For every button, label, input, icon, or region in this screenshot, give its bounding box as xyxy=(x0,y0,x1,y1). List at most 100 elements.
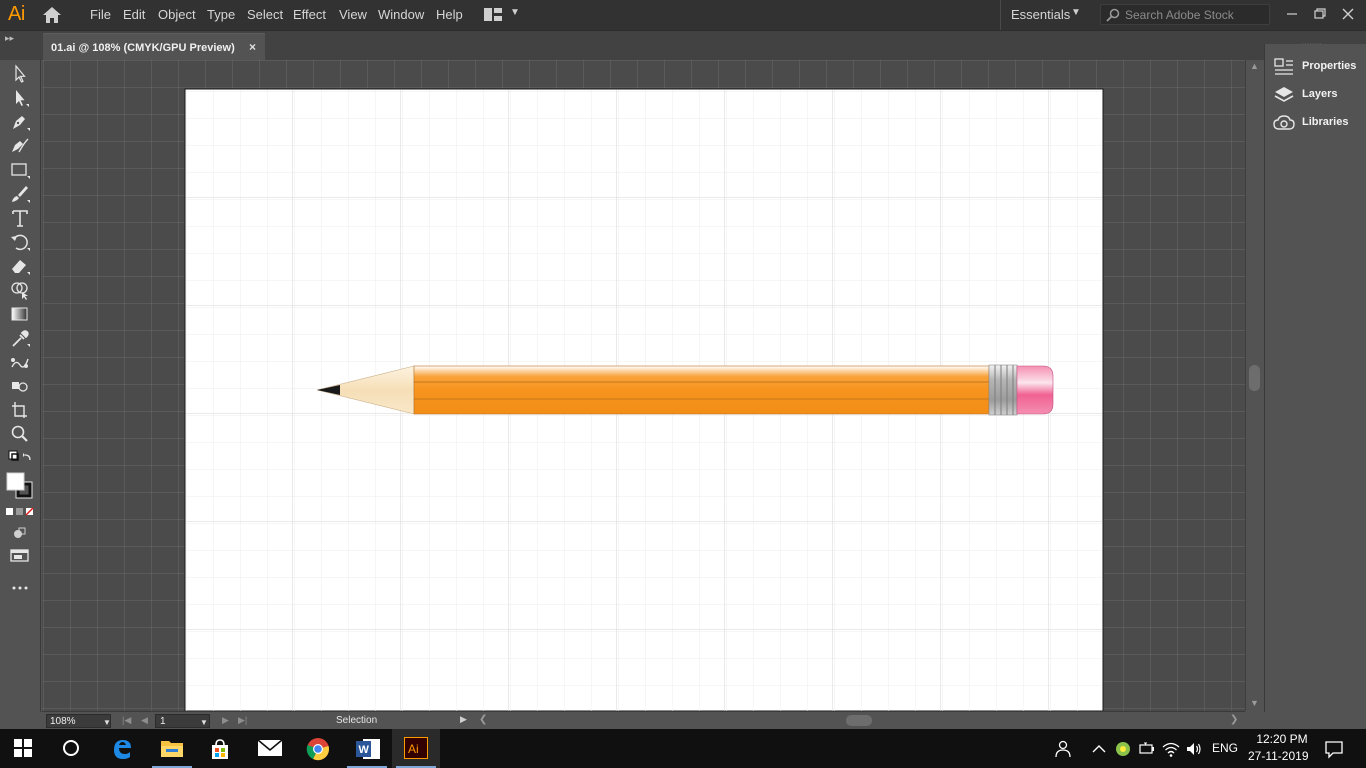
chevron-down-icon[interactable]: ▼ xyxy=(510,7,520,18)
vertical-scroll-thumb[interactable] xyxy=(1249,365,1260,391)
chrome-icon xyxy=(306,738,329,761)
blend-tool-icon[interactable] xyxy=(8,351,32,373)
taskbar-store[interactable] xyxy=(196,729,244,768)
wifi-icon[interactable] xyxy=(1162,740,1180,758)
clock-time[interactable]: 12:20 PM xyxy=(1254,732,1310,746)
curvature-tool-icon[interactable] xyxy=(8,135,32,157)
home-icon[interactable] xyxy=(42,6,62,24)
taskbar-illustrator[interactable]: Ai xyxy=(392,729,440,768)
chevron-down-icon: ▼ xyxy=(200,718,208,727)
vertical-scrollbar[interactable]: ▲ ▼ xyxy=(1245,60,1263,711)
input-language[interactable]: ENG xyxy=(1212,741,1238,755)
arrange-documents-icon[interactable] xyxy=(484,8,502,21)
scroll-down-icon[interactable]: ▼ xyxy=(1250,698,1259,708)
tab-close-icon[interactable]: × xyxy=(249,40,256,54)
menu-object[interactable]: Object xyxy=(158,7,196,22)
collapse-toolbar-icon[interactable]: ▸▸ xyxy=(5,33,14,44)
properties-icon xyxy=(1274,58,1293,75)
close-icon[interactable] xyxy=(1336,2,1360,26)
type-tool-icon[interactable] xyxy=(8,207,32,229)
restore-icon[interactable] xyxy=(1308,2,1332,26)
fill-stroke-swatch-icon[interactable] xyxy=(4,470,36,502)
menu-type[interactable]: Type xyxy=(207,7,235,22)
taskbar-word[interactable]: W xyxy=(343,729,391,768)
previous-artboard-icon[interactable]: ◀ xyxy=(141,715,148,726)
status-tool-label[interactable]: Selection xyxy=(336,715,377,726)
panel-layers[interactable]: Layers xyxy=(1273,84,1365,106)
artboard-number: 1 xyxy=(160,716,166,727)
menu-select[interactable]: Select xyxy=(247,7,283,22)
cortana-icon xyxy=(63,740,79,756)
first-artboard-icon[interactable]: |◀ xyxy=(122,715,131,726)
minimize-icon[interactable] xyxy=(1280,2,1304,26)
stock-search[interactable] xyxy=(1100,4,1270,25)
menu-effect[interactable]: Effect xyxy=(293,7,326,22)
default-fill-stroke-icon[interactable] xyxy=(8,449,32,471)
more-tools-icon[interactable] xyxy=(8,578,32,600)
zoom-select[interactable]: 108% ▼ xyxy=(46,714,111,728)
search-icon xyxy=(1106,8,1120,22)
rotate-tool-icon[interactable] xyxy=(8,231,32,253)
panel-properties[interactable]: Properties xyxy=(1273,56,1365,78)
menu-help[interactable]: Help xyxy=(436,7,463,22)
store-icon xyxy=(212,739,228,759)
clock-date[interactable]: 27-11-2019 xyxy=(1248,749,1309,763)
document-tab-bar: ▸▸ 01.ai @ 108% (CMYK/GPU Preview) × xyxy=(0,30,1366,61)
taskbar-mail[interactable] xyxy=(245,729,293,768)
panel-label: Layers xyxy=(1302,88,1338,100)
scroll-right-icon[interactable]: ❯ xyxy=(1230,714,1238,725)
volume-icon[interactable] xyxy=(1185,740,1203,758)
gradient-tool-icon[interactable] xyxy=(8,303,32,325)
battery-icon[interactable] xyxy=(1138,740,1156,758)
tab-document[interactable]: 01.ai @ 108% (CMYK/GPU Preview) × xyxy=(43,33,265,61)
windows-logo-icon xyxy=(14,739,32,757)
artboard-tool-icon[interactable] xyxy=(8,399,32,421)
menu-edit[interactable]: Edit xyxy=(123,7,145,22)
panel-libraries[interactable]: Libraries xyxy=(1273,112,1365,134)
app-tray-icon[interactable] xyxy=(1114,740,1132,758)
menu-view[interactable]: View xyxy=(339,7,367,22)
search-input[interactable] xyxy=(1125,7,1265,23)
draw-mode-icon[interactable] xyxy=(8,522,32,544)
direct-selection-tool-icon[interactable] xyxy=(8,87,32,109)
symbol-sprayer-tool-icon[interactable] xyxy=(8,375,32,397)
chevron-down-icon: ▼ xyxy=(103,718,111,727)
zoom-tool-icon[interactable] xyxy=(8,423,32,445)
status-bar: 108% ▼ |◀ ◀ 1 ▼ ▶ ▶| Selection ▶ ❮ ❯ xyxy=(42,711,1245,729)
taskbar-chrome[interactable] xyxy=(294,729,342,768)
taskbar-edge[interactable] xyxy=(98,729,146,768)
cortana-button[interactable] xyxy=(48,729,96,768)
app-logo: Ai xyxy=(8,3,25,25)
next-artboard-icon[interactable]: ▶ xyxy=(222,715,229,726)
workspace-switcher[interactable]: Essentials ▼ xyxy=(1000,0,1088,30)
taskbar-file-explorer[interactable] xyxy=(148,729,196,768)
horizontal-scroll-thumb[interactable] xyxy=(846,715,872,726)
svg-text:Ai: Ai xyxy=(408,742,419,756)
people-icon[interactable] xyxy=(1054,740,1072,758)
pencil-illustration[interactable] xyxy=(316,364,1054,416)
menu-window[interactable]: Window xyxy=(378,7,424,22)
screen-mode-icon[interactable] xyxy=(8,545,32,567)
action-center-icon[interactable] xyxy=(1324,739,1344,759)
eyedropper-tool-icon[interactable] xyxy=(8,327,32,349)
chevron-up-icon[interactable] xyxy=(1090,740,1108,758)
word-icon: W xyxy=(356,739,380,759)
last-artboard-icon[interactable]: ▶| xyxy=(238,715,247,726)
color-mode-icon[interactable] xyxy=(5,505,35,519)
scroll-up-icon[interactable]: ▲ xyxy=(1250,61,1259,71)
scroll-left-icon[interactable]: ❮ xyxy=(479,714,487,725)
rectangle-tool-icon[interactable] xyxy=(8,159,32,181)
status-menu-arrow-icon[interactable]: ▶ xyxy=(460,714,467,725)
shape-builder-tool-icon[interactable] xyxy=(8,279,32,301)
start-button[interactable] xyxy=(0,729,48,768)
artboard-select[interactable]: 1 ▼ xyxy=(155,714,210,728)
illustrator-window: Ai File Edit Object Type Select Effect V… xyxy=(0,0,1366,768)
folder-icon xyxy=(161,741,183,757)
canvas[interactable] xyxy=(42,60,1245,711)
menu-file[interactable]: File xyxy=(90,7,111,22)
eraser-tool-icon[interactable] xyxy=(8,255,32,277)
workspace-label: Essentials xyxy=(1011,7,1071,22)
paintbrush-tool-icon[interactable] xyxy=(8,183,32,205)
pen-tool-icon[interactable] xyxy=(8,111,32,133)
selection-tool-icon[interactable] xyxy=(8,63,32,85)
